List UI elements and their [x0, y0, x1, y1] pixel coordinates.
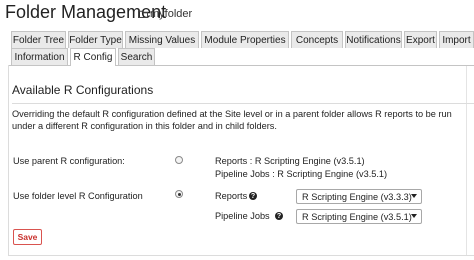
panel-bottom-border	[8, 255, 474, 256]
tab-label: Information	[14, 51, 65, 63]
save-button[interactable]: Save	[13, 229, 42, 245]
reports-select-value: R Scripting Engine (v3.3.3)	[302, 191, 412, 202]
section-divider	[12, 103, 474, 104]
section-title: Available R Configurations	[12, 83, 154, 97]
tab-folder-tree[interactable]: Folder Tree	[11, 31, 66, 48]
section-description: Overriding the default R configuration d…	[12, 109, 452, 131]
chevron-down-icon	[411, 214, 417, 218]
reports-help-icon[interactable]: ?	[249, 192, 257, 200]
reports-select[interactable]: R Scripting Engine (v3.3.3)	[296, 189, 422, 204]
folder-config-label: Use folder level R Configuration	[13, 191, 143, 201]
reports-label: Reports	[215, 191, 248, 201]
tab-module-properties[interactable]: Module Properties	[201, 31, 289, 48]
tab-search[interactable]: Search	[118, 48, 155, 65]
parent-pipeline-text: Pipeline Jobs : R Scripting Engine (v3.5…	[215, 169, 388, 179]
tab-export[interactable]: Export	[404, 31, 437, 48]
tab-notifications[interactable]: Notifications	[345, 31, 402, 48]
tab-missing-values[interactable]: Missing Values	[125, 31, 199, 48]
folder-config-radio[interactable]	[175, 190, 183, 198]
tab-label: R Config	[73, 52, 113, 63]
tab-label: Search	[120, 51, 153, 63]
pipeline-help-icon[interactable]: ?	[275, 212, 283, 220]
folder-name: myfolder	[150, 8, 193, 20]
pipeline-select-value: R Scripting Engine (v3.5.1)	[302, 211, 412, 222]
tab-label: Export	[406, 34, 435, 46]
tab-import[interactable]: Import	[439, 31, 474, 48]
parent-reports-text: Reports : R Scripting Engine (v3.5.1)	[215, 156, 365, 166]
parent-config-radio[interactable]	[175, 156, 183, 164]
folder-breadcrumb[interactable]: myfolder	[138, 8, 192, 20]
tab-label: Module Properties	[204, 34, 286, 46]
tab-information[interactable]: Information	[11, 48, 68, 65]
tab-label: Folder Type	[69, 34, 122, 46]
folder-icon	[138, 10, 148, 18]
tab-r-config[interactable]: R Config	[70, 48, 116, 66]
chevron-down-icon	[411, 194, 417, 198]
tab-label: Concepts	[295, 34, 339, 46]
pipeline-label: Pipeline Jobs	[215, 211, 270, 221]
tab-label: Import	[442, 34, 471, 46]
tab-folder-type[interactable]: Folder Type	[68, 31, 123, 48]
tab-label: Notifications	[346, 34, 401, 46]
panel-right-border	[466, 66, 467, 256]
tab-concepts[interactable]: Concepts	[291, 31, 343, 48]
tab-label: Missing Values	[128, 34, 196, 46]
tab-label: Folder Tree	[12, 34, 65, 46]
page-header: Folder Management myfolder	[0, 0, 474, 30]
pipeline-select[interactable]: R Scripting Engine (v3.5.1)	[296, 209, 422, 224]
parent-config-label: Use parent R configuration:	[13, 156, 125, 166]
